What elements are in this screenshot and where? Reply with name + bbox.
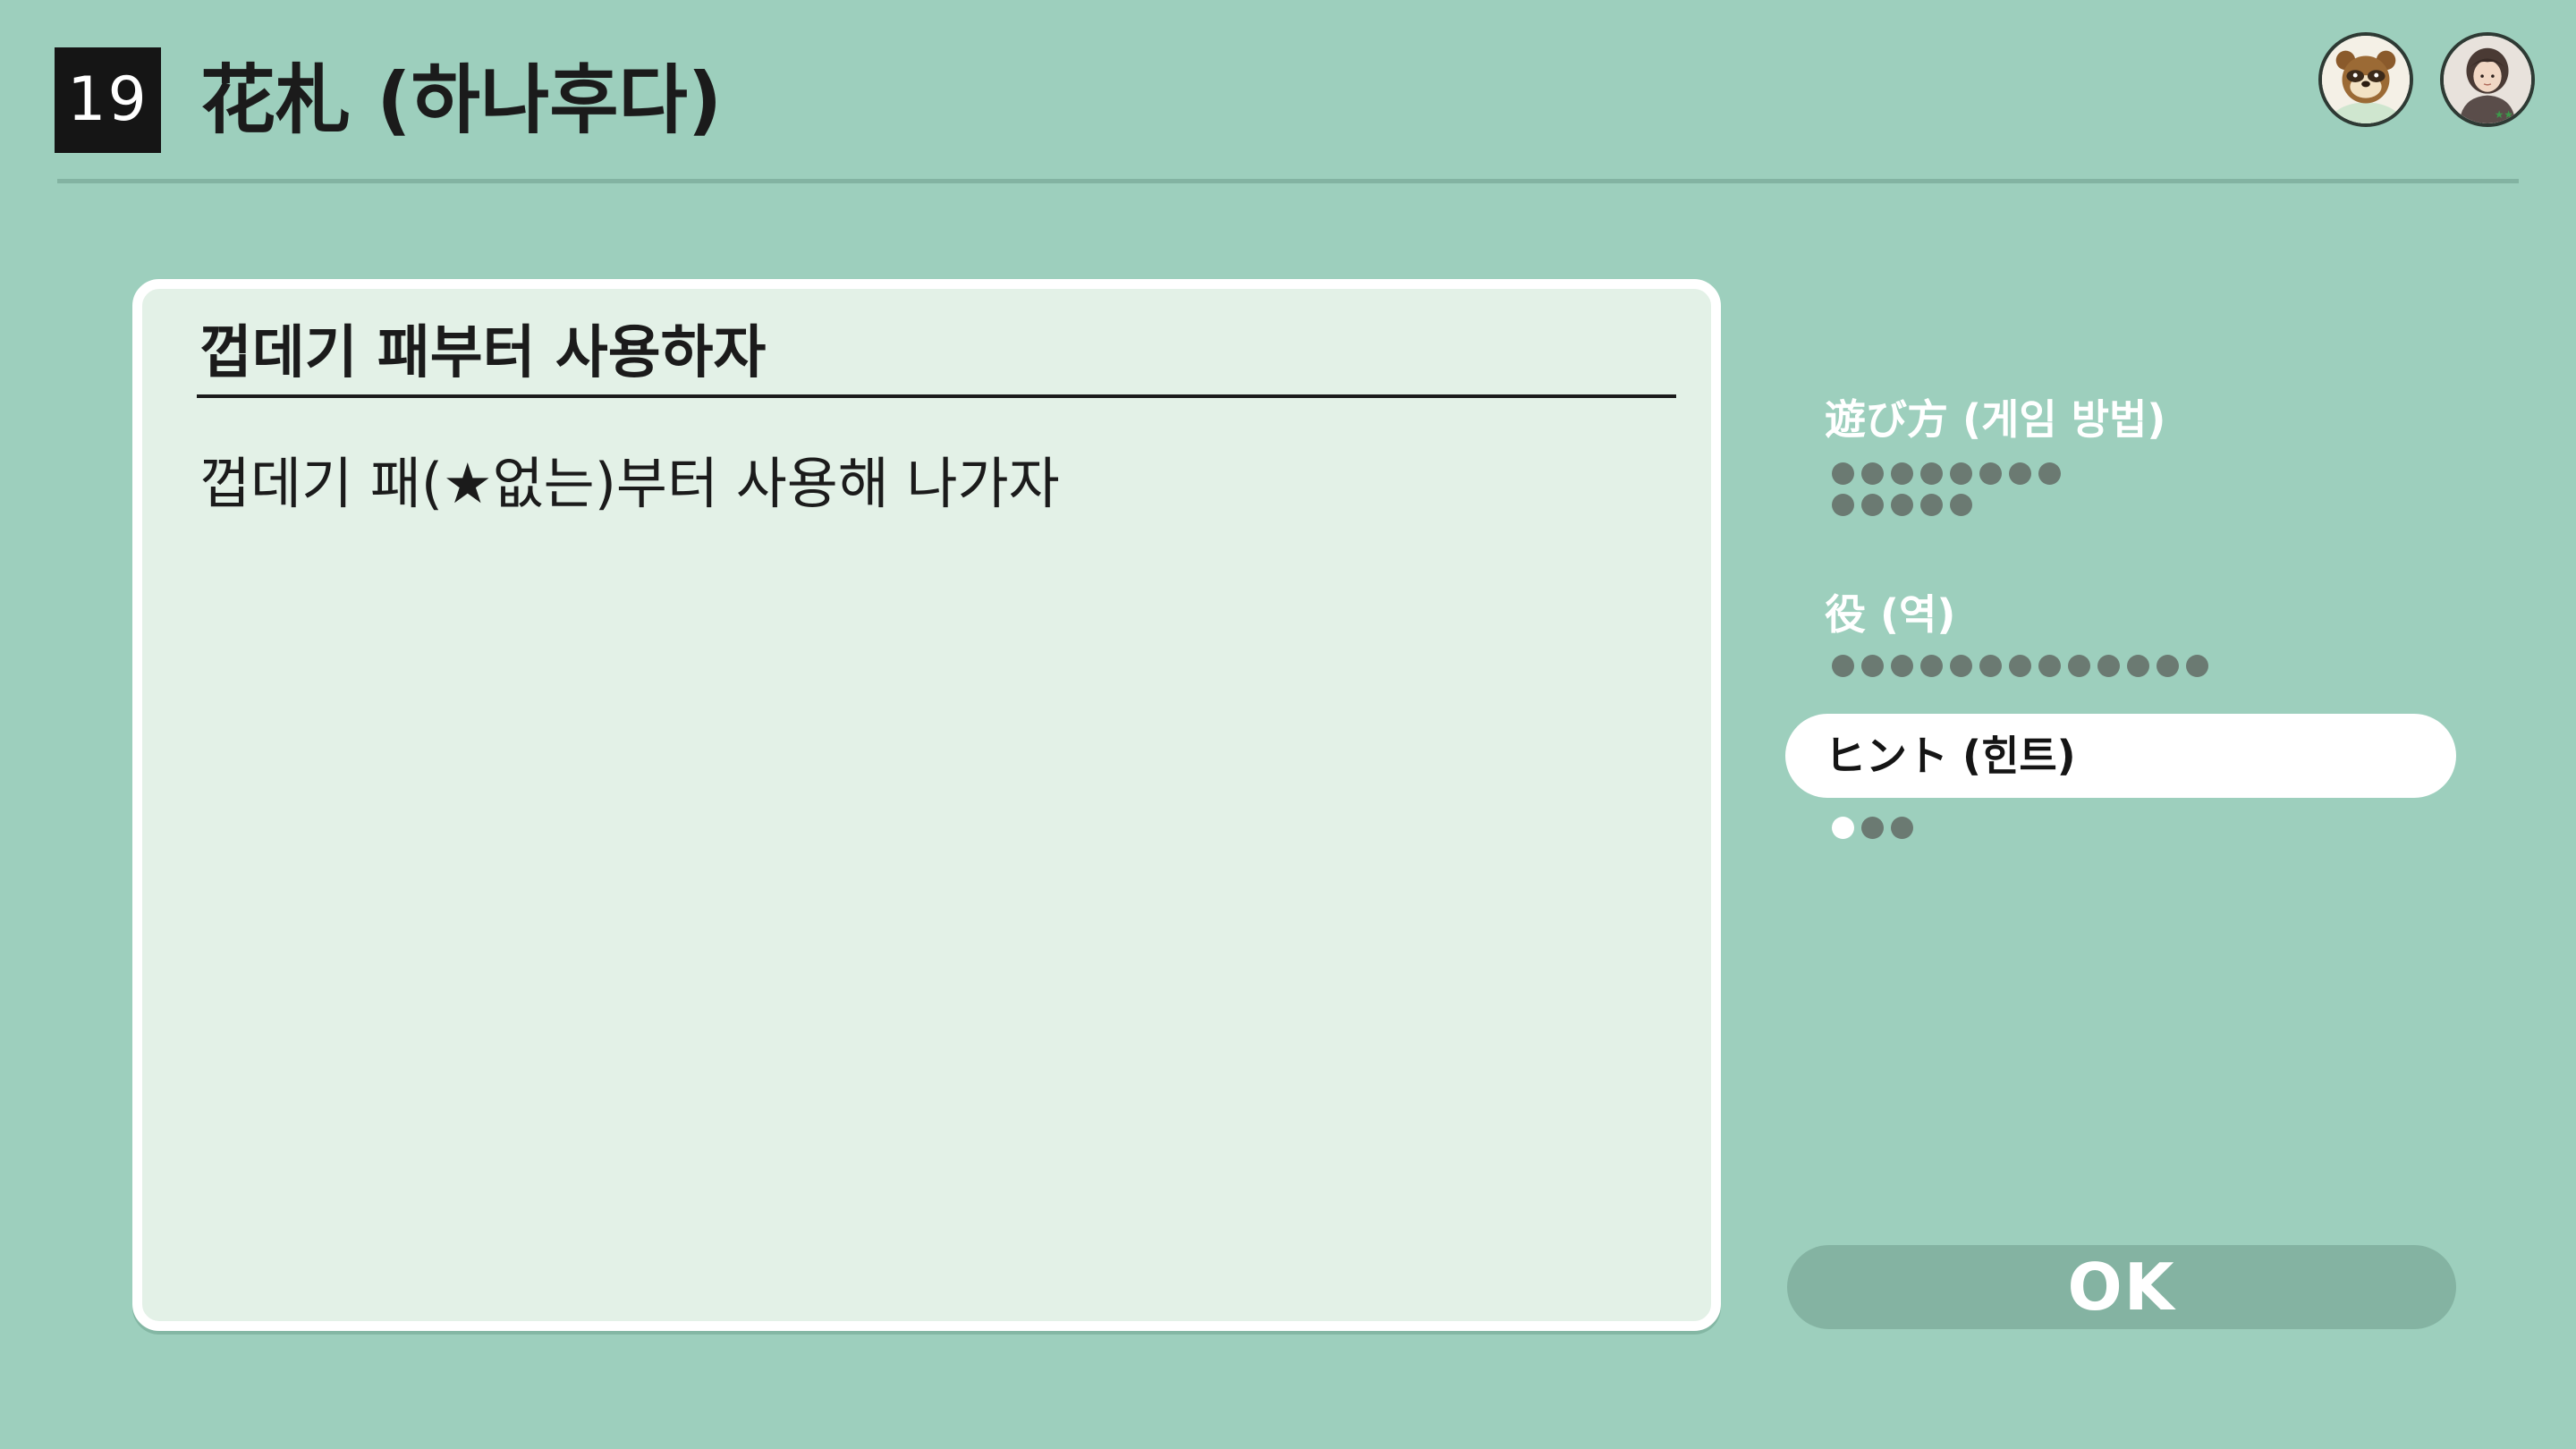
page-dot	[1832, 655, 1854, 677]
menu-page-dots	[1832, 817, 2476, 839]
page-dot	[1891, 462, 1913, 485]
page-dot	[2038, 462, 2061, 485]
page-dot	[1861, 462, 1884, 485]
page-dot	[1950, 462, 1972, 485]
page-dot	[1861, 655, 1884, 677]
page-dot	[1979, 462, 2002, 485]
menu-item-how-to-play[interactable]: 遊び方 (게임 방법)	[1785, 377, 2456, 462]
page-dot	[1891, 817, 1913, 839]
page-dot	[2009, 462, 2031, 485]
ok-button[interactable]: OK	[1787, 1245, 2456, 1329]
page-dot	[1891, 494, 1913, 516]
menu-page-dots	[1832, 462, 2073, 516]
panel-body-text: 껍데기 패(★없는)부터 사용해 나가자	[199, 451, 1060, 516]
heading-underline	[197, 394, 1676, 398]
game-title: 花札 (하나후다)	[200, 56, 723, 144]
page-dot	[1920, 462, 1943, 485]
menu-item-hint[interactable]: ヒント (힌트)	[1785, 714, 2456, 798]
menu-page-dots	[1832, 655, 2476, 677]
page-dot	[1832, 462, 1854, 485]
game-number-badge: 19	[55, 47, 161, 153]
panel-heading: 껍데기 패부터 사용하자	[199, 320, 767, 386]
hint-content-panel: 껍데기 패부터 사용하자 껍데기 패(★없는)부터 사용해 나가자	[132, 279, 1721, 1331]
header-divider	[57, 179, 2519, 183]
page-dot	[1920, 655, 1943, 677]
svg-text:★★: ★★	[2495, 108, 2513, 121]
page-dot	[1861, 494, 1884, 516]
page-dot	[1861, 817, 1884, 839]
page-dot	[2068, 655, 2090, 677]
page-dot	[2127, 655, 2149, 677]
page-dot	[1832, 494, 1854, 516]
page-dot	[1979, 655, 2002, 677]
page-dot	[2009, 655, 2031, 677]
page-dot	[1891, 655, 1913, 677]
page-dot	[1920, 494, 1943, 516]
header-bar: 19 花札 (하나후다) ★★	[0, 0, 2576, 183]
page-dot	[1950, 655, 1972, 677]
raccoon-character-icon[interactable]	[2318, 32, 2413, 127]
page-dot	[1832, 817, 1854, 839]
page-dot	[2097, 655, 2120, 677]
page-dot	[2038, 655, 2061, 677]
page-dot	[1950, 494, 1972, 516]
menu-item-combinations[interactable]: 役 (역)	[1785, 572, 2456, 657]
page-dot	[2186, 655, 2208, 677]
player-character-icon[interactable]: ★★	[2440, 32, 2535, 127]
page-dot	[2157, 655, 2179, 677]
